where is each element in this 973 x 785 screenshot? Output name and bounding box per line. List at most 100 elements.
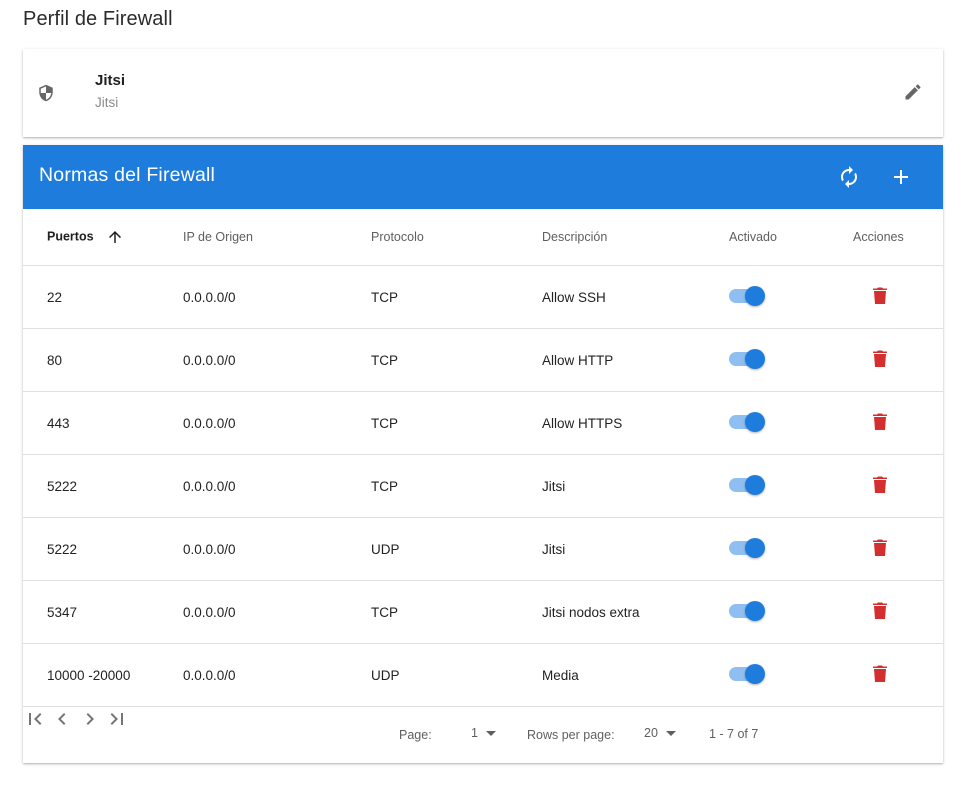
enabled-toggle[interactable] [729, 663, 765, 684]
rows-per-page-select[interactable]: 20 [644, 726, 676, 746]
cell-ports: 80 [23, 328, 183, 392]
cell-source-ip: 0.0.0.0/0 [183, 391, 371, 455]
toggle-knob [745, 411, 765, 432]
page-select[interactable]: 1 [471, 726, 496, 746]
table-row: 80 0.0.0.0/0 TCP Allow HTTP [23, 328, 943, 392]
page-title: Perfil de Firewall [23, 8, 173, 30]
cell-ports: 10000 -20000 [23, 643, 183, 707]
pencil-icon[interactable] [903, 82, 923, 102]
column-header-ports[interactable]: Puertos [23, 209, 183, 266]
cell-description: Jitsi nodos extra [542, 580, 729, 644]
toggle-knob [745, 285, 765, 306]
toggle-knob [745, 537, 765, 558]
cell-actions [853, 580, 943, 644]
chevron-right-icon[interactable] [78, 707, 102, 731]
page-range: 1 - 7 of 7 [709, 727, 759, 741]
cell-actions [853, 643, 943, 707]
trash-icon[interactable] [873, 413, 887, 430]
cell-protocol: TCP [371, 580, 542, 644]
cell-actions [853, 454, 943, 518]
cell-ports: 22 [23, 265, 183, 329]
page-label: Page: [399, 728, 432, 742]
arrow-up-icon [108, 231, 121, 243]
toggle-knob [745, 474, 765, 495]
enabled-toggle[interactable] [729, 411, 765, 432]
column-header-source-ip[interactable]: IP de Origen [183, 209, 371, 266]
cell-actions [853, 265, 943, 329]
rules-toolbar: Normas del Firewall [23, 145, 943, 209]
cell-protocol: TCP [371, 391, 542, 455]
profile-subtitle: Jitsi [95, 95, 119, 110]
table-row: 22 0.0.0.0/0 TCP Allow SSH [23, 265, 943, 329]
trash-icon[interactable] [873, 602, 887, 619]
column-header-protocol[interactable]: Protocolo [371, 209, 542, 266]
column-header-description[interactable]: Descripción [542, 209, 729, 266]
firewall-rules-card: Normas del Firewall Puertos IP de Origen… [23, 145, 943, 763]
cell-protocol: TCP [371, 265, 542, 329]
profile-name: Jitsi [95, 72, 126, 89]
trash-icon[interactable] [873, 287, 887, 304]
rows-per-page-value: 20 [644, 726, 658, 740]
cell-actions [853, 328, 943, 392]
cell-ports: 443 [23, 391, 183, 455]
table-row: 5222 0.0.0.0/0 UDP Jitsi [23, 517, 943, 581]
toggle-knob [745, 600, 765, 621]
column-header-label: Puertos [47, 229, 94, 244]
rows-per-page-label: Rows per page: [527, 728, 615, 742]
cell-description: Media [542, 643, 729, 707]
trash-icon[interactable] [873, 539, 887, 556]
pagination-bar: Page: 1 Rows per page: 20 1 - 7 of 7 [23, 707, 943, 763]
cell-ports: 5347 [23, 580, 183, 644]
table-row: 5222 0.0.0.0/0 TCP Jitsi [23, 454, 943, 518]
cell-description: Allow HTTP [542, 328, 729, 392]
plus-icon[interactable] [889, 165, 913, 189]
enabled-toggle[interactable] [729, 474, 765, 495]
cell-source-ip: 0.0.0.0/0 [183, 580, 371, 644]
cell-protocol: UDP [371, 517, 542, 581]
cell-protocol: TCP [371, 454, 542, 518]
table-row: 443 0.0.0.0/0 TCP Allow HTTPS [23, 391, 943, 455]
cell-enabled [729, 517, 853, 581]
cell-ports: 5222 [23, 517, 183, 581]
cell-description: Allow SSH [542, 265, 729, 329]
toggle-knob [745, 663, 765, 684]
last-page-icon[interactable] [105, 707, 129, 731]
trash-icon[interactable] [873, 350, 887, 367]
cell-protocol: UDP [371, 643, 542, 707]
cell-description: Allow HTTPS [542, 391, 729, 455]
cell-enabled [729, 580, 853, 644]
cell-enabled [729, 643, 853, 707]
column-header-enabled[interactable]: Activado [729, 209, 853, 266]
rules-title: Normas del Firewall [39, 164, 216, 186]
rules-table: Puertos IP de Origen Protocolo Descripci… [23, 209, 943, 707]
refresh-icon[interactable] [837, 165, 861, 189]
shield-icon [39, 84, 53, 102]
cell-description: Jitsi [542, 517, 729, 581]
cell-source-ip: 0.0.0.0/0 [183, 328, 371, 392]
trash-icon[interactable] [873, 476, 887, 493]
caret-down-icon [665, 731, 676, 737]
chevron-left-icon[interactable] [50, 707, 74, 731]
cell-enabled [729, 328, 853, 392]
cell-source-ip: 0.0.0.0/0 [183, 454, 371, 518]
cell-source-ip: 0.0.0.0/0 [183, 265, 371, 329]
enabled-toggle[interactable] [729, 285, 765, 306]
enabled-toggle[interactable] [729, 600, 765, 621]
cell-enabled [729, 454, 853, 518]
first-page-icon[interactable] [23, 707, 47, 731]
cell-source-ip: 0.0.0.0/0 [183, 643, 371, 707]
cell-enabled [729, 391, 853, 455]
column-header-actions: Acciones [853, 209, 943, 266]
cell-source-ip: 0.0.0.0/0 [183, 517, 371, 581]
page-select-value: 1 [471, 726, 478, 740]
cell-description: Jitsi [542, 454, 729, 518]
cell-actions [853, 517, 943, 581]
table-row: 5347 0.0.0.0/0 TCP Jitsi nodos extra [23, 580, 943, 644]
enabled-toggle[interactable] [729, 537, 765, 558]
cell-ports: 5222 [23, 454, 183, 518]
table-row: 10000 -20000 0.0.0.0/0 UDP Media [23, 643, 943, 707]
trash-icon[interactable] [873, 665, 887, 682]
enabled-toggle[interactable] [729, 348, 765, 369]
cell-protocol: TCP [371, 328, 542, 392]
profile-card: Jitsi Jitsi [23, 49, 943, 137]
